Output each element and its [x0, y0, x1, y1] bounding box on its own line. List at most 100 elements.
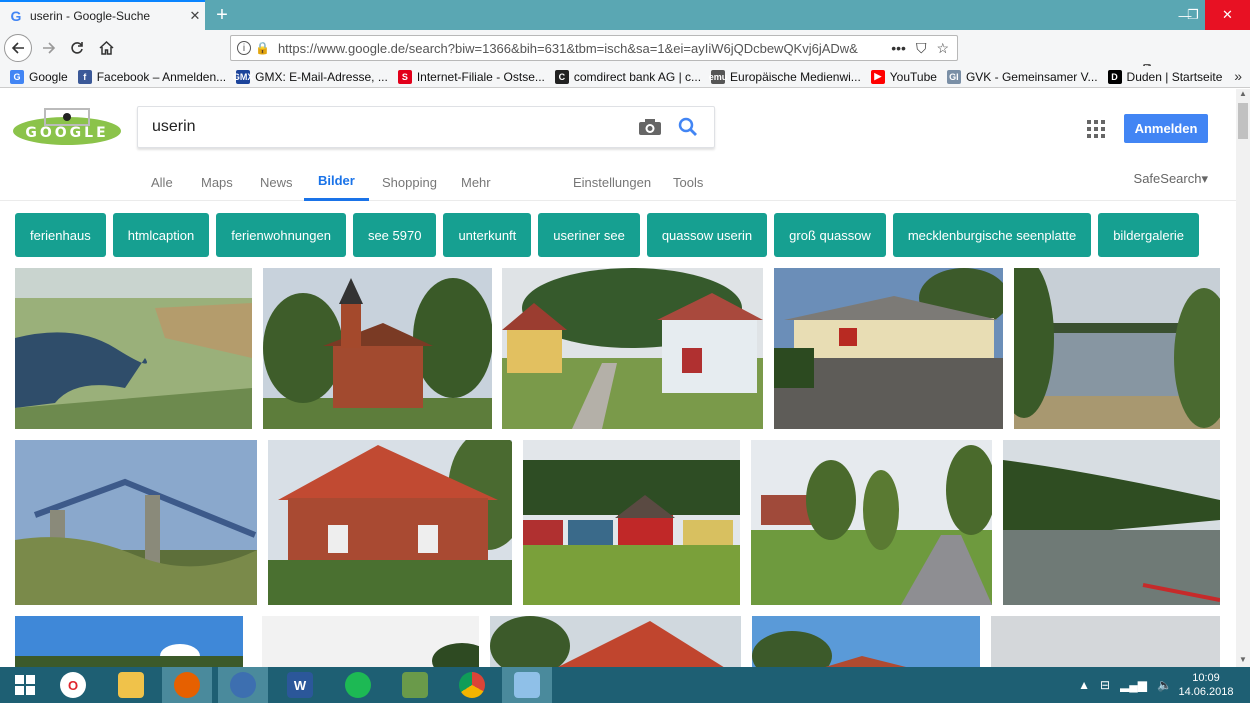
app-icon — [402, 672, 428, 698]
image-result[interactable] — [1014, 268, 1220, 429]
image-result[interactable] — [523, 440, 740, 605]
close-tab-icon[interactable]: ✕ — [185, 8, 205, 24]
taskbar-explorer[interactable] — [106, 667, 156, 703]
taskbar-chrome[interactable] — [447, 667, 497, 703]
safesearch-dropdown[interactable]: SafeSearch▾ — [1134, 163, 1208, 195]
bookmark-item[interactable]: S Internet-Filiale - Ostse... — [397, 69, 545, 84]
tab-images[interactable]: Bilder — [304, 163, 369, 201]
related-search-chip[interactable]: mecklenburgische seenplatte — [892, 213, 1092, 257]
signal-icon[interactable]: ▂▄▆ — [1120, 678, 1147, 692]
image-result[interactable] — [1003, 440, 1220, 605]
related-search-chip[interactable]: see 5970 — [352, 213, 437, 257]
camera-icon[interactable] — [638, 118, 662, 136]
spotify-icon — [345, 672, 371, 698]
pocket-icon[interactable]: ⛉ — [916, 40, 927, 57]
brick-house-image — [268, 440, 512, 605]
bookmark-label: Internet-Filiale - Ostse... — [416, 69, 545, 84]
related-search-chip[interactable]: bildergalerie — [1098, 213, 1200, 257]
related-search-chip[interactable]: ferienwohnungen — [216, 213, 346, 257]
taskbar-word[interactable]: W — [275, 667, 325, 703]
taskbar-opera[interactable]: O — [48, 667, 98, 703]
image-result[interactable] — [991, 616, 1220, 667]
tab-all[interactable]: Alle — [151, 163, 173, 201]
footbridge-image — [15, 440, 257, 605]
bookmark-item[interactable]: f Facebook – Anmelden... — [77, 69, 226, 84]
related-search-chip[interactable]: ferienhaus — [15, 213, 106, 257]
signin-button[interactable]: Anmelden — [1124, 114, 1208, 143]
info-icon[interactable]: i — [237, 41, 251, 55]
network-icon[interactable]: ⊟ — [1100, 678, 1110, 692]
related-search-chip[interactable]: htmlcaption — [112, 213, 210, 257]
related-search-chip[interactable]: useriner see — [538, 213, 640, 257]
url-text[interactable]: https://www.google.de/search?biw=1366&bi… — [278, 41, 883, 56]
image-result[interactable] — [502, 268, 763, 429]
taskbar-spotify[interactable] — [333, 667, 383, 703]
sparkasse-favicon-icon: S — [397, 69, 412, 84]
browser-tab[interactable]: G userin - Google-Suche ✕ — [0, 0, 205, 30]
image-result[interactable] — [774, 268, 1003, 429]
comdirect-favicon-icon: C — [554, 69, 569, 84]
url-bar[interactable]: i 🔒 https://www.google.de/search?biw=136… — [230, 35, 958, 61]
lake-shore-image — [1014, 268, 1220, 429]
bookmark-star-icon[interactable]: ☆ — [936, 40, 949, 57]
bookmark-item[interactable]: G Google — [10, 69, 68, 84]
scroll-down-icon[interactable]: ▼ — [1236, 655, 1250, 667]
scrollbar-thumb[interactable] — [1238, 103, 1248, 139]
bookmark-label: GVK - Gemeinsamer V... — [965, 69, 1098, 84]
taskbar-app[interactable] — [390, 667, 440, 703]
search-box[interactable]: userin — [137, 106, 715, 148]
settings-link[interactable]: Einstellungen — [573, 163, 651, 201]
opera-icon: O — [60, 672, 86, 698]
clock[interactable]: 10:09 14.06.2018 — [1176, 671, 1236, 699]
image-result[interactable] — [268, 440, 512, 605]
bookmark-item[interactable]: GI GVK - Gemeinsamer V... — [946, 69, 1098, 84]
google-doodle-logo[interactable]: GOOGLE — [12, 107, 122, 147]
image-result[interactable] — [263, 268, 492, 429]
tools-link[interactable]: Tools — [673, 163, 703, 201]
arrow-left-icon — [11, 42, 24, 54]
start-button[interactable] — [0, 667, 50, 703]
related-search-chip[interactable]: unterkunft — [443, 213, 532, 257]
search-input[interactable]: userin — [152, 118, 638, 136]
taskbar-paint[interactable] — [502, 667, 552, 703]
firefox-icon — [174, 672, 200, 698]
tab-maps[interactable]: Maps — [201, 163, 233, 201]
image-result[interactable] — [490, 616, 741, 667]
image-result[interactable] — [15, 268, 252, 429]
tab-shopping[interactable]: Shopping — [382, 163, 437, 201]
image-result[interactable] — [262, 616, 479, 667]
related-search-chip[interactable]: groß quassow — [774, 213, 886, 257]
forward-button[interactable] — [35, 34, 63, 62]
home-button[interactable] — [92, 34, 120, 62]
bookmark-item[interactable]: Ccomdirect bank AG | c... — [554, 69, 701, 84]
page-scrollbar[interactable]: ▲ ▼ — [1236, 89, 1250, 667]
more-bookmarks-icon[interactable]: » — [1234, 68, 1242, 84]
taskbar-thunderbird[interactable] — [218, 667, 268, 703]
related-search-chip[interactable]: quassow userin — [646, 213, 768, 257]
scroll-up-icon[interactable]: ▲ — [1236, 89, 1250, 101]
bookmark-item[interactable]: emu Europäische Medienwi... — [709, 69, 861, 84]
image-result[interactable] — [15, 616, 243, 667]
svg-text:GOOGLE: GOOGLE — [25, 125, 108, 141]
search-icon[interactable] — [678, 117, 698, 137]
tray-arrow-icon[interactable]: ▲ — [1078, 678, 1090, 692]
image-result[interactable] — [15, 440, 257, 605]
calm-lake-image — [1003, 440, 1220, 605]
image-result[interactable] — [752, 616, 980, 667]
reload-button[interactable] — [63, 34, 91, 62]
taskbar-firefox[interactable] — [162, 667, 212, 703]
lock-icon[interactable]: 🔒 — [255, 41, 270, 55]
bookmark-item[interactable]: D Duden | Startseite — [1107, 69, 1222, 84]
bookmark-item[interactable]: ▶ YouTube — [870, 69, 937, 84]
close-window-button[interactable]: ✕ — [1205, 0, 1250, 30]
back-button[interactable] — [4, 34, 32, 62]
volume-icon[interactable]: 🔈 — [1157, 678, 1172, 692]
tab-more[interactable]: Mehr — [461, 163, 491, 201]
image-result[interactable] — [751, 440, 992, 605]
bookmark-item[interactable]: GMX GMX: E-Mail-Adresse, ... — [233, 69, 388, 84]
tab-news[interactable]: News — [260, 163, 293, 201]
page-actions-icon[interactable]: ••• — [891, 40, 906, 57]
reload-icon — [71, 42, 83, 54]
new-tab-button[interactable]: + — [207, 0, 237, 30]
apps-grid-icon[interactable] — [1087, 120, 1105, 138]
